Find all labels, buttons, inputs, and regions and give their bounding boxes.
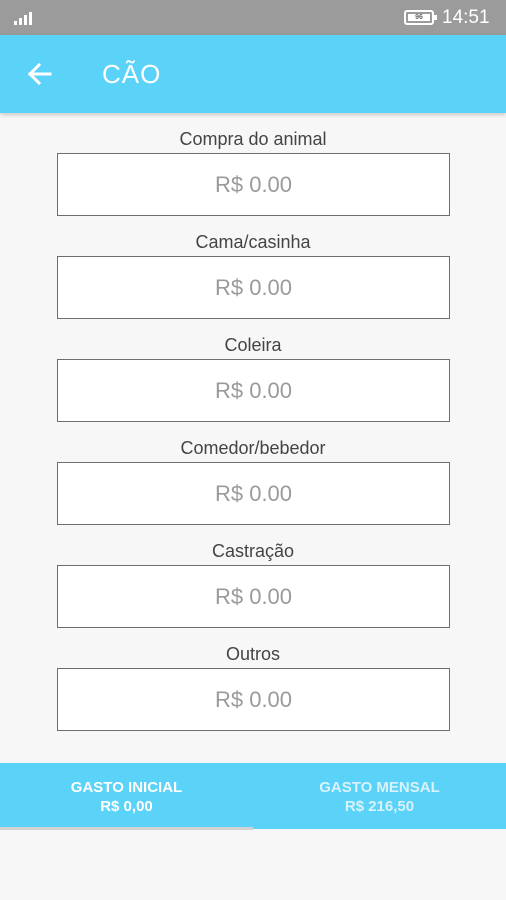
field-cama-casinha: Cama/casinha [0, 216, 506, 319]
field-castracao: Castração [0, 525, 506, 628]
tab-gasto-inicial[interactable]: GASTO INICIAL R$ 0,00 [0, 763, 253, 829]
status-time: 14:51 [442, 7, 490, 28]
field-label: Comedor/bebedor [180, 438, 326, 458]
field-label: Castração [211, 541, 295, 561]
field-label: Coleira [224, 335, 282, 355]
outros-input[interactable] [57, 668, 450, 731]
tab-value: R$ 0,00 [100, 798, 153, 815]
app-bar: CÃO [0, 35, 506, 113]
compra-do-animal-input[interactable] [57, 153, 450, 216]
bottom-tabs: GASTO INICIAL R$ 0,00 GASTO MENSAL R$ 21… [0, 763, 506, 829]
field-coleira: Coleira [0, 319, 506, 422]
field-outros: Outros [0, 628, 506, 731]
cama-casinha-input[interactable] [57, 256, 450, 319]
signal-icon [14, 11, 36, 25]
field-compra-do-animal: Compra do animal [0, 113, 506, 216]
tab-title: GASTO INICIAL [70, 779, 183, 796]
field-comedor-bebedor: Comedor/bebedor [0, 422, 506, 525]
comedor-bebedor-input[interactable] [57, 462, 450, 525]
arrow-left-icon [27, 62, 52, 86]
field-label: Cama/casinha [195, 232, 311, 252]
tab-title: GASTO MENSAL [319, 779, 440, 796]
coleira-input[interactable] [57, 359, 450, 422]
field-label: Compra do animal [179, 129, 327, 149]
battery-icon: 96 [404, 10, 437, 25]
castracao-input[interactable] [57, 565, 450, 628]
battery-level: 96 [408, 14, 430, 21]
status-bar: 96 14:51 [0, 0, 506, 35]
back-button[interactable] [20, 53, 62, 95]
tab-value: R$ 216,50 [344, 798, 415, 815]
field-label: Outros [225, 644, 281, 664]
tab-indicator [0, 827, 253, 830]
tab-gasto-mensal[interactable]: GASTO MENSAL R$ 216,50 [253, 763, 506, 829]
page-title: CÃO [102, 59, 162, 89]
